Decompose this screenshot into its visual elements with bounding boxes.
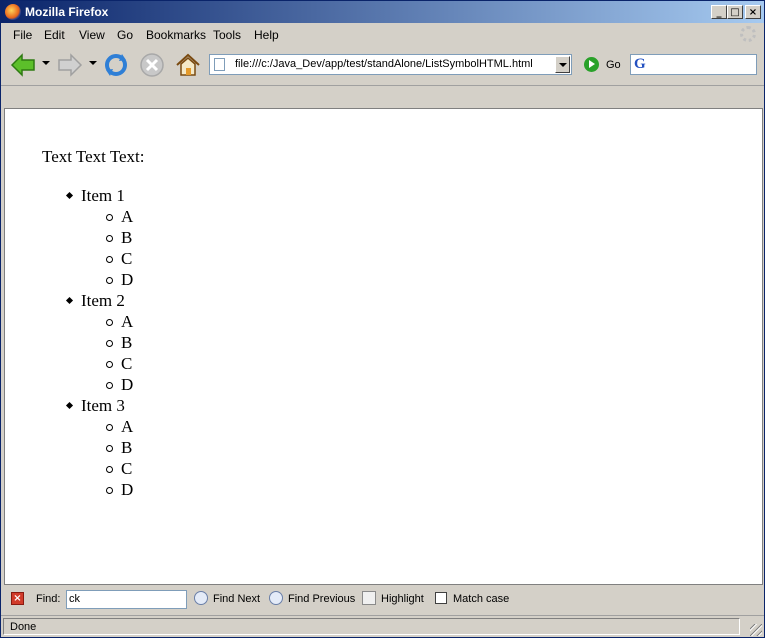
url-text: file:///c:/Java_Dev/app/test/standAlone/… bbox=[235, 58, 533, 70]
back-arrow-icon[interactable] bbox=[9, 51, 37, 79]
stop-icon[interactable] bbox=[138, 51, 166, 79]
close-find-bar-icon[interactable]: × bbox=[11, 592, 24, 605]
list-item: B bbox=[105, 333, 133, 352]
list-item: Item 3 bbox=[81, 396, 125, 415]
find-bar: × Find: ck Find Next Find Previous Highl… bbox=[1, 587, 764, 614]
forward-history-dropdown[interactable] bbox=[89, 61, 97, 65]
list-item: D bbox=[105, 480, 134, 499]
match-case-label[interactable]: Match case bbox=[453, 593, 509, 605]
menu-edit[interactable]: Edit bbox=[44, 28, 65, 42]
resize-grip-icon[interactable] bbox=[750, 624, 762, 636]
url-bar[interactable]: file:///c:/Java_Dev/app/test/standAlone/… bbox=[209, 54, 572, 75]
forward-arrow-icon[interactable] bbox=[56, 51, 84, 79]
menu-view[interactable]: View bbox=[79, 28, 105, 42]
intro-text: Text Text Text: bbox=[42, 147, 145, 166]
menu-go[interactable]: Go bbox=[117, 28, 133, 42]
go-arrow-icon[interactable] bbox=[584, 57, 599, 72]
status-text: Done bbox=[3, 618, 740, 635]
menu-bookmarks[interactable]: Bookmarks bbox=[146, 28, 206, 42]
browser-window: Mozilla Firefox _ □ × File Edit View Go … bbox=[0, 0, 765, 638]
url-history-dropdown[interactable] bbox=[555, 56, 570, 73]
back-history-dropdown[interactable] bbox=[42, 61, 50, 65]
menu-tools[interactable]: Tools bbox=[213, 28, 241, 42]
menu-bar: File Edit View Go Bookmarks Tools Help bbox=[1, 24, 764, 45]
window-title: Mozilla Firefox bbox=[25, 5, 109, 19]
match-case-checkbox[interactable] bbox=[435, 592, 447, 604]
list-item: D bbox=[105, 270, 134, 289]
title-bar[interactable]: Mozilla Firefox _ □ × bbox=[1, 1, 764, 23]
close-button[interactable]: × bbox=[745, 5, 761, 19]
find-label: Find: bbox=[36, 593, 61, 605]
go-button-label[interactable]: Go bbox=[606, 59, 621, 71]
find-previous-button[interactable]: Find Previous bbox=[288, 593, 355, 605]
find-next-arrow-icon[interactable] bbox=[194, 591, 208, 605]
navigation-toolbar: file:///c:/Java_Dev/app/test/standAlone/… bbox=[1, 47, 764, 83]
throbber-icon bbox=[740, 26, 756, 42]
google-search-engine-icon[interactable]: G bbox=[634, 56, 646, 73]
list-item: Item 2 bbox=[81, 291, 125, 310]
firefox-logo-icon bbox=[5, 4, 21, 20]
home-icon[interactable] bbox=[174, 51, 202, 79]
find-input[interactable]: ck bbox=[66, 590, 187, 609]
find-next-button[interactable]: Find Next bbox=[213, 593, 260, 605]
menu-file[interactable]: File bbox=[13, 28, 32, 42]
list-item: B bbox=[105, 228, 133, 247]
highlight-button[interactable]: Highlight bbox=[381, 593, 424, 605]
list-item: B bbox=[105, 438, 133, 457]
page-content: Text Text Text: Item 1 A B C D Item 2 A … bbox=[4, 108, 763, 585]
list-item: Item 1 bbox=[81, 186, 125, 205]
list-item: C bbox=[105, 354, 133, 373]
page-icon bbox=[214, 58, 225, 71]
menu-help[interactable]: Help bbox=[254, 28, 279, 42]
find-previous-arrow-icon[interactable] bbox=[269, 591, 283, 605]
list-item: A bbox=[105, 207, 134, 226]
bookmarks-toolbar bbox=[1, 85, 764, 108]
maximize-button[interactable]: □ bbox=[727, 5, 743, 19]
list-item: A bbox=[105, 312, 134, 331]
status-bar: Done bbox=[1, 615, 764, 638]
list-item: D bbox=[105, 375, 134, 394]
highlight-icon[interactable] bbox=[362, 591, 376, 605]
search-box[interactable]: G bbox=[630, 54, 757, 75]
list-item: C bbox=[105, 249, 133, 268]
list-item: A bbox=[105, 417, 134, 436]
list-item: C bbox=[105, 459, 133, 478]
reload-icon[interactable] bbox=[102, 51, 130, 79]
minimize-button[interactable]: _ bbox=[711, 5, 727, 19]
